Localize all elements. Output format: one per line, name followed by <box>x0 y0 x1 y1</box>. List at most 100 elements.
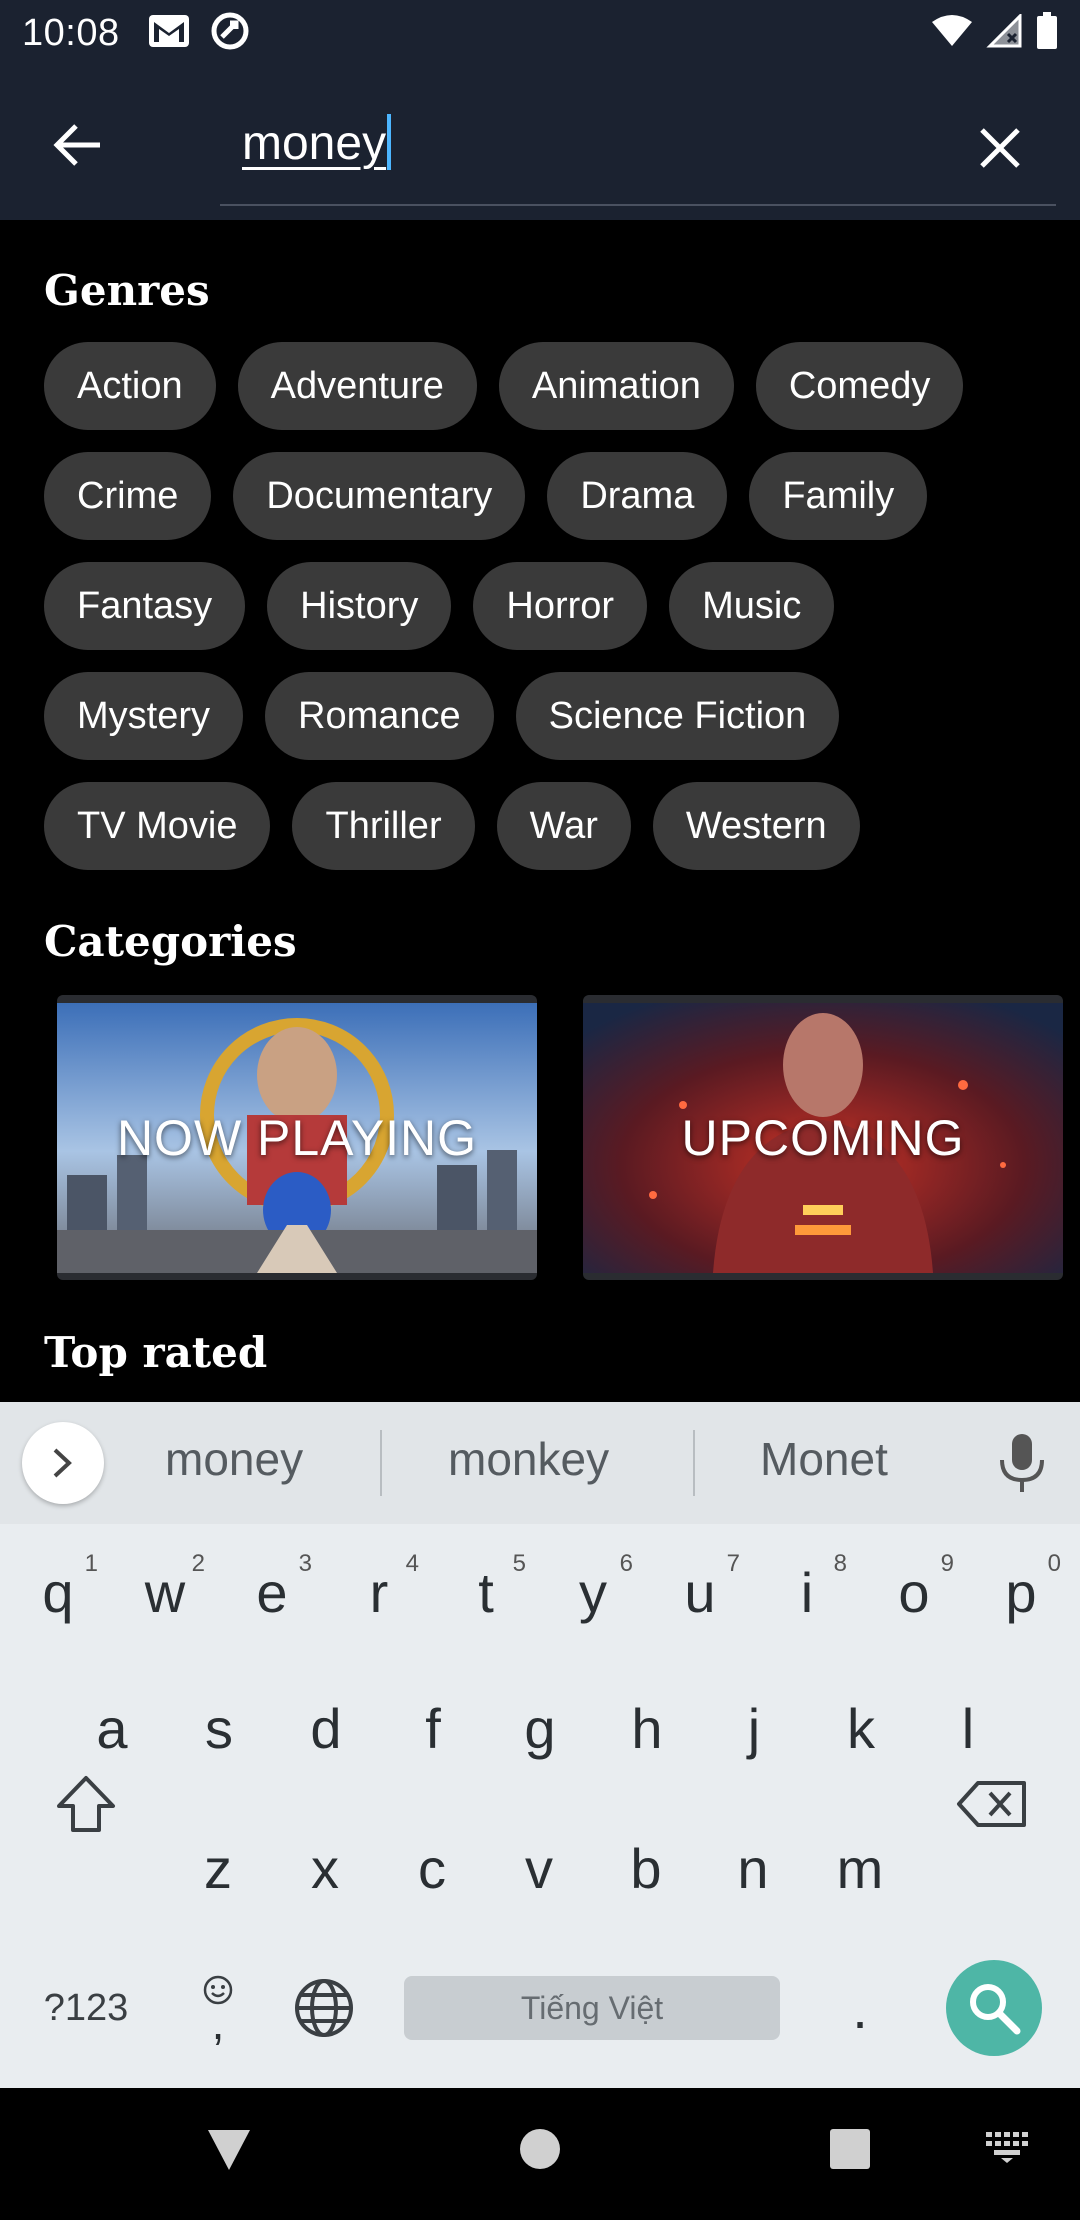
key-e[interactable]: e3 <box>222 1532 322 1652</box>
genre-chips: Action Adventure Animation Comedy Crime Docum… <box>44 342 1054 892</box>
genre-chip-western[interactable]: Western <box>652 782 860 870</box>
genre-chip-fantasy[interactable]: Fantasy <box>44 562 246 650</box>
genre-chip-tv-movie[interactable]: TV Movie <box>44 782 271 870</box>
key-j[interactable]: j <box>704 1668 804 1788</box>
key-b[interactable]: b <box>596 1808 696 1928</box>
genre-chip-crime[interactable]: Crime <box>44 452 212 540</box>
battery-icon <box>1036 11 1058 55</box>
category-upcoming[interactable]: UPCOMING <box>583 995 1063 1280</box>
key-g[interactable]: g <box>490 1668 590 1788</box>
period-key[interactable]: . <box>810 1948 910 2068</box>
shift-icon <box>57 1776 115 1832</box>
genre-chip-thriller[interactable]: Thriller <box>292 782 475 870</box>
expand-suggestions-button[interactable] <box>22 1422 104 1504</box>
genre-chip-mystery[interactable]: Mystery <box>44 672 243 760</box>
suggestion-bar: money monkey Monet <box>0 1402 1080 1524</box>
suggestion-1[interactable]: money <box>165 1432 303 1486</box>
nav-keyboard-button[interactable] <box>984 2128 1030 2164</box>
spacebar-key[interactable]: Tiếng Việt <box>404 1976 780 2040</box>
genre-chip-row: Action Adventure Animation Comedy <box>44 342 1054 430</box>
key-number-hint: 3 <box>298 1550 312 1577</box>
key-v[interactable]: v <box>489 1808 589 1928</box>
key-number-hint: 7 <box>726 1550 740 1577</box>
key-t[interactable]: t5 <box>436 1532 536 1652</box>
genre-chip-science-fiction[interactable]: Science Fiction <box>515 672 840 760</box>
emoji-comma-key[interactable]: , <box>168 1948 268 2068</box>
key-number-hint: 2 <box>191 1550 205 1577</box>
key-m[interactable]: m <box>810 1808 910 1928</box>
genres-title: Genres <box>44 266 210 315</box>
gmail-icon <box>148 14 190 53</box>
sync-icon <box>210 11 250 56</box>
category-now-playing[interactable]: NOW PLAYING <box>57 995 537 1280</box>
genre-chip-comedy[interactable]: Comedy <box>755 342 964 430</box>
category-label: UPCOMING <box>681 1109 965 1166</box>
clear-search-button[interactable] <box>960 108 1040 188</box>
genre-chip-war[interactable]: War <box>496 782 631 870</box>
comma-label: , <box>211 1997 225 2049</box>
search-app-bar: money <box>0 66 1080 220</box>
key-f[interactable]: f <box>383 1668 483 1788</box>
key-z[interactable]: z <box>168 1808 268 1928</box>
symbols-key[interactable]: ?123 <box>36 1948 136 2068</box>
key-q[interactable]: q1 <box>8 1532 108 1652</box>
back-button[interactable] <box>40 108 114 182</box>
backspace-key[interactable] <box>942 1744 1042 1864</box>
search-input[interactable]: money <box>220 96 1056 206</box>
arrow-back-icon <box>53 124 100 166</box>
soft-keyboard: money monkey Monet q1w2e3r4t5y6u7i8o9p0 … <box>0 1402 1080 2088</box>
key-r[interactable]: r4 <box>329 1532 429 1652</box>
wifi-icon <box>932 14 972 53</box>
key-letter: r <box>369 1560 389 1624</box>
genre-chip-documentary[interactable]: Documentary <box>233 452 526 540</box>
suggestion-2[interactable]: monkey <box>448 1432 609 1486</box>
genre-chip-row: TV Movie Thriller War Western <box>44 782 1054 870</box>
key-w[interactable]: w2 <box>115 1532 215 1652</box>
key-n[interactable]: n <box>703 1808 803 1928</box>
nav-home-button[interactable] <box>519 2128 561 2170</box>
genre-chip-history[interactable]: History <box>267 562 452 650</box>
genre-chip-row: Mystery Romance Science Fiction <box>44 672 1054 760</box>
key-c[interactable]: c <box>382 1808 482 1928</box>
genre-chip-animation[interactable]: Animation <box>498 342 734 430</box>
key-k[interactable]: k <box>811 1668 911 1788</box>
voice-input-button[interactable] <box>996 1432 1056 1496</box>
genre-chip-adventure[interactable]: Adventure <box>237 342 477 430</box>
genre-chip-action[interactable]: Action <box>44 342 216 430</box>
key-y[interactable]: y6 <box>543 1532 643 1652</box>
suggestion-3[interactable]: Monet <box>760 1432 888 1486</box>
globe-icon <box>295 1979 353 2037</box>
key-d[interactable]: d <box>276 1668 376 1788</box>
key-i[interactable]: i8 <box>757 1532 857 1652</box>
genre-chip-drama[interactable]: Drama <box>547 452 728 540</box>
key-h[interactable]: h <box>597 1668 697 1788</box>
key-u[interactable]: u7 <box>650 1532 750 1652</box>
system-nav-bar <box>0 2088 1080 2220</box>
key-s[interactable]: s <box>169 1668 269 1788</box>
genre-chip-row: Fantasy History Horror Music <box>44 562 1054 650</box>
shift-key[interactable] <box>36 1744 136 1864</box>
suggestion-divider <box>380 1430 382 1496</box>
genre-chip-music[interactable]: Music <box>669 562 835 650</box>
key-x[interactable]: x <box>275 1808 375 1928</box>
key-number-hint: 6 <box>619 1550 633 1577</box>
keyboard-icon <box>986 2132 1028 2163</box>
key-letter: o <box>898 1560 930 1624</box>
key-p[interactable]: p0 <box>971 1532 1071 1652</box>
key-letter: i <box>800 1560 814 1624</box>
search-icon <box>970 1984 1021 2035</box>
language-key[interactable] <box>274 1948 374 2068</box>
recents-square-icon <box>830 2129 870 2169</box>
search-query-text: money <box>242 114 392 171</box>
status-bar: 10:08 <box>0 0 1080 66</box>
genre-chip-romance[interactable]: Romance <box>265 672 494 760</box>
top-rated-title: Top rated <box>44 1328 268 1377</box>
key-letter: w <box>144 1560 186 1624</box>
genre-chip-horror[interactable]: Horror <box>473 562 648 650</box>
search-submit-key[interactable] <box>946 1960 1042 2056</box>
nav-recents-button[interactable] <box>829 2128 871 2170</box>
nav-back-button[interactable] <box>206 2128 252 2172</box>
genre-chip-family[interactable]: Family <box>749 452 928 540</box>
key-o[interactable]: o9 <box>864 1532 964 1652</box>
microphone-icon <box>1000 1434 1044 1492</box>
